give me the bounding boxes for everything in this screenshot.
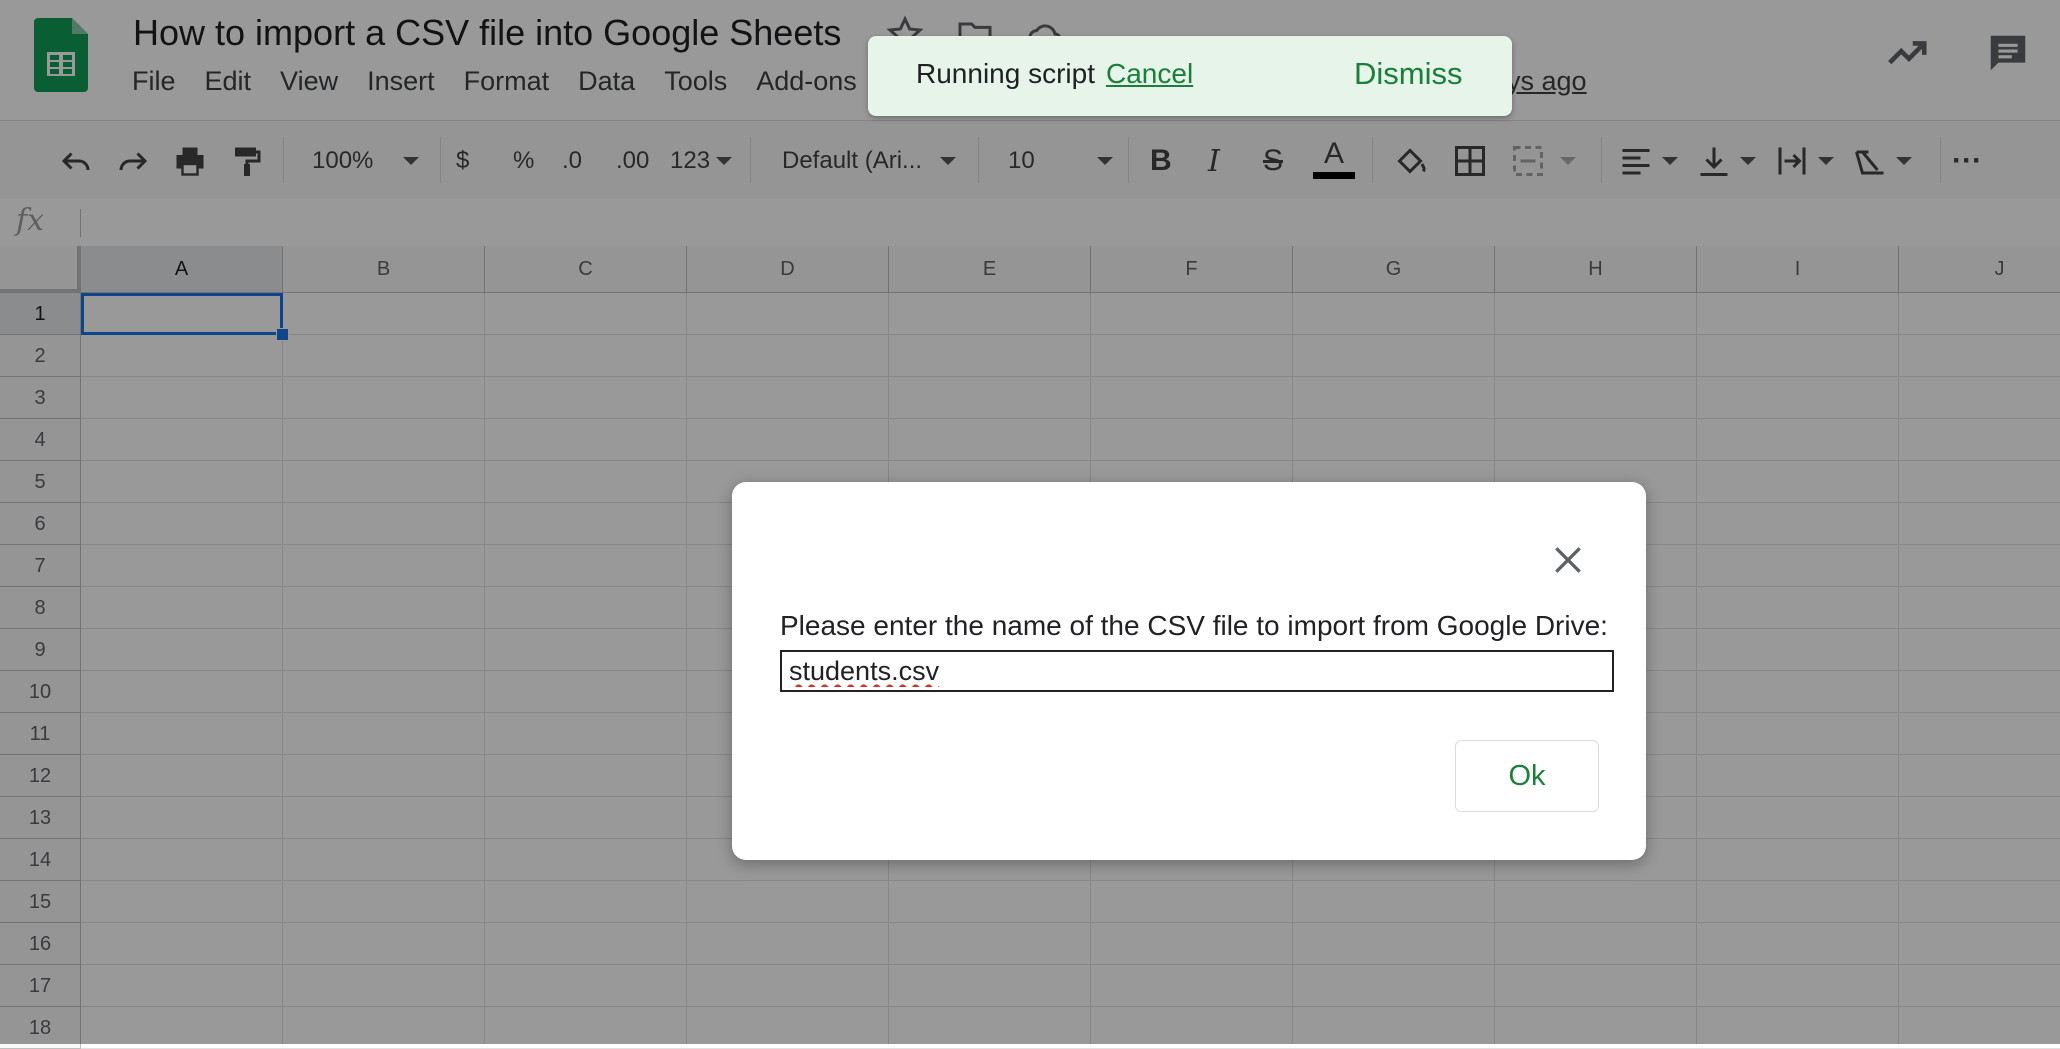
prompt-label: Please enter the name of the CSV file to… <box>780 610 1608 641</box>
prompt-dialog: Please enter the name of the CSV file to… <box>732 482 1646 860</box>
cancel-script-link[interactable]: Cancel <box>1106 58 1193 90</box>
ok-button[interactable]: Ok <box>1455 740 1599 812</box>
close-icon[interactable] <box>1548 540 1588 580</box>
running-script-text: Running script <box>916 58 1095 89</box>
script-status-bar: Running script Cancel Dismiss <box>868 36 1512 116</box>
dismiss-button[interactable]: Dismiss <box>1354 56 1463 92</box>
csv-filename-input[interactable] <box>780 650 1614 692</box>
